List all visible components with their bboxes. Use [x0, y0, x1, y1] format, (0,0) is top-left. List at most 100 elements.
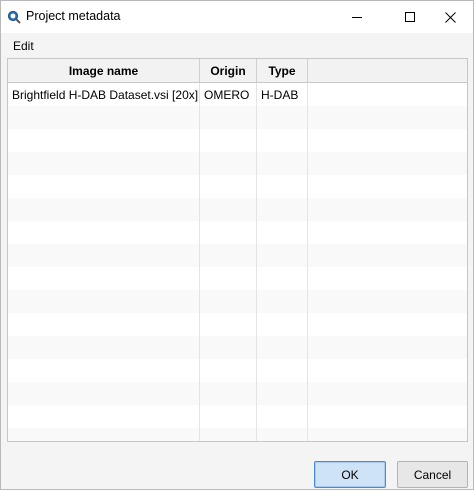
column-header-filler — [308, 59, 467, 82]
window-title: Project metadata — [26, 9, 121, 23]
cell-type — [257, 129, 308, 152]
cell-type — [257, 359, 308, 382]
cell-type — [257, 198, 308, 221]
cell-type — [257, 428, 308, 441]
maximize-icon — [405, 12, 415, 22]
table-row[interactable] — [8, 198, 467, 221]
cell-origin — [200, 428, 257, 441]
table-row[interactable] — [8, 244, 467, 267]
cell-origin — [200, 152, 257, 175]
cell-image-name — [8, 106, 200, 129]
cell-image-name — [8, 175, 200, 198]
cell-type — [257, 313, 308, 336]
cell-filler — [308, 382, 467, 405]
cell-type — [257, 221, 308, 244]
cell-type — [257, 152, 308, 175]
cell-filler — [308, 129, 467, 152]
title-bar[interactable]: Project metadata — [1, 1, 473, 33]
qupath-magnifier-icon — [7, 10, 21, 24]
table-row[interactable] — [8, 428, 467, 441]
ok-button[interactable]: OK — [314, 461, 386, 488]
cell-type — [257, 382, 308, 405]
cell-origin — [200, 198, 257, 221]
menu-edit[interactable]: Edit — [13, 39, 34, 53]
cell-image-name — [8, 405, 200, 428]
cell-origin — [200, 336, 257, 359]
table-row[interactable] — [8, 336, 467, 359]
cell-origin: OMERO — [200, 83, 257, 106]
table-row[interactable] — [8, 313, 467, 336]
cell-origin — [200, 405, 257, 428]
cell-image-name: Brightfield H-DAB Dataset.vsi [20x] — [8, 83, 200, 106]
cell-image-name — [8, 313, 200, 336]
cell-filler — [308, 313, 467, 336]
table-row[interactable] — [8, 405, 467, 428]
table-row[interactable] — [8, 221, 467, 244]
cell-type — [257, 336, 308, 359]
table-row[interactable] — [8, 382, 467, 405]
cell-filler — [308, 336, 467, 359]
cell-filler — [308, 428, 467, 441]
cell-image-name — [8, 267, 200, 290]
cell-filler — [308, 359, 467, 382]
cell-image-name — [8, 198, 200, 221]
cell-origin — [200, 382, 257, 405]
table-row[interactable] — [8, 129, 467, 152]
metadata-table[interactable]: Image name Origin Type Brightfield H-DAB… — [7, 58, 468, 442]
cell-image-name — [8, 382, 200, 405]
cell-origin — [200, 244, 257, 267]
cell-image-name — [8, 244, 200, 267]
menu-bar: Edit — [1, 34, 473, 57]
cell-origin — [200, 313, 257, 336]
cell-type — [257, 290, 308, 313]
cell-filler — [308, 244, 467, 267]
cell-origin — [200, 290, 257, 313]
cell-origin — [200, 129, 257, 152]
cell-filler — [308, 198, 467, 221]
minimize-icon — [352, 16, 362, 18]
cell-origin — [200, 221, 257, 244]
cell-image-name — [8, 359, 200, 382]
cell-image-name — [8, 129, 200, 152]
cell-image-name — [8, 290, 200, 313]
table-row[interactable] — [8, 106, 467, 129]
cell-origin — [200, 175, 257, 198]
cell-filler — [308, 106, 467, 129]
cell-filler — [308, 405, 467, 428]
cell-filler — [308, 152, 467, 175]
cell-type — [257, 405, 308, 428]
column-header-type[interactable]: Type — [257, 59, 308, 82]
cancel-button[interactable]: Cancel — [397, 461, 468, 488]
table-row[interactable] — [8, 267, 467, 290]
cell-image-name — [8, 152, 200, 175]
table-row[interactable]: Brightfield H-DAB Dataset.vsi [20x] OMERO… — [8, 83, 467, 106]
table-row[interactable] — [8, 175, 467, 198]
cell-type — [257, 267, 308, 290]
cell-filler — [308, 267, 467, 290]
cell-image-name — [8, 428, 200, 441]
cell-origin — [200, 106, 257, 129]
minimize-button[interactable] — [334, 1, 380, 33]
cell-filler — [308, 83, 467, 106]
cell-type — [257, 244, 308, 267]
cell-image-name — [8, 336, 200, 359]
table-row[interactable] — [8, 359, 467, 382]
cell-filler — [308, 175, 467, 198]
table-header: Image name Origin Type — [8, 59, 467, 83]
close-icon — [444, 11, 456, 23]
dialog-window: Project metadata Edit Image name Origin … — [0, 0, 474, 490]
table-body: Brightfield H-DAB Dataset.vsi [20x] OMERO… — [8, 83, 467, 441]
cell-type — [257, 106, 308, 129]
cell-origin — [200, 267, 257, 290]
column-header-origin[interactable]: Origin — [200, 59, 257, 82]
cell-origin — [200, 359, 257, 382]
close-button[interactable] — [427, 1, 473, 33]
cell-filler — [308, 290, 467, 313]
cell-type — [257, 175, 308, 198]
cell-filler — [308, 221, 467, 244]
cell-type: H-DAB — [257, 83, 308, 106]
column-header-image-name[interactable]: Image name — [8, 59, 200, 82]
cell-image-name — [8, 221, 200, 244]
table-row[interactable] — [8, 152, 467, 175]
table-row[interactable] — [8, 290, 467, 313]
